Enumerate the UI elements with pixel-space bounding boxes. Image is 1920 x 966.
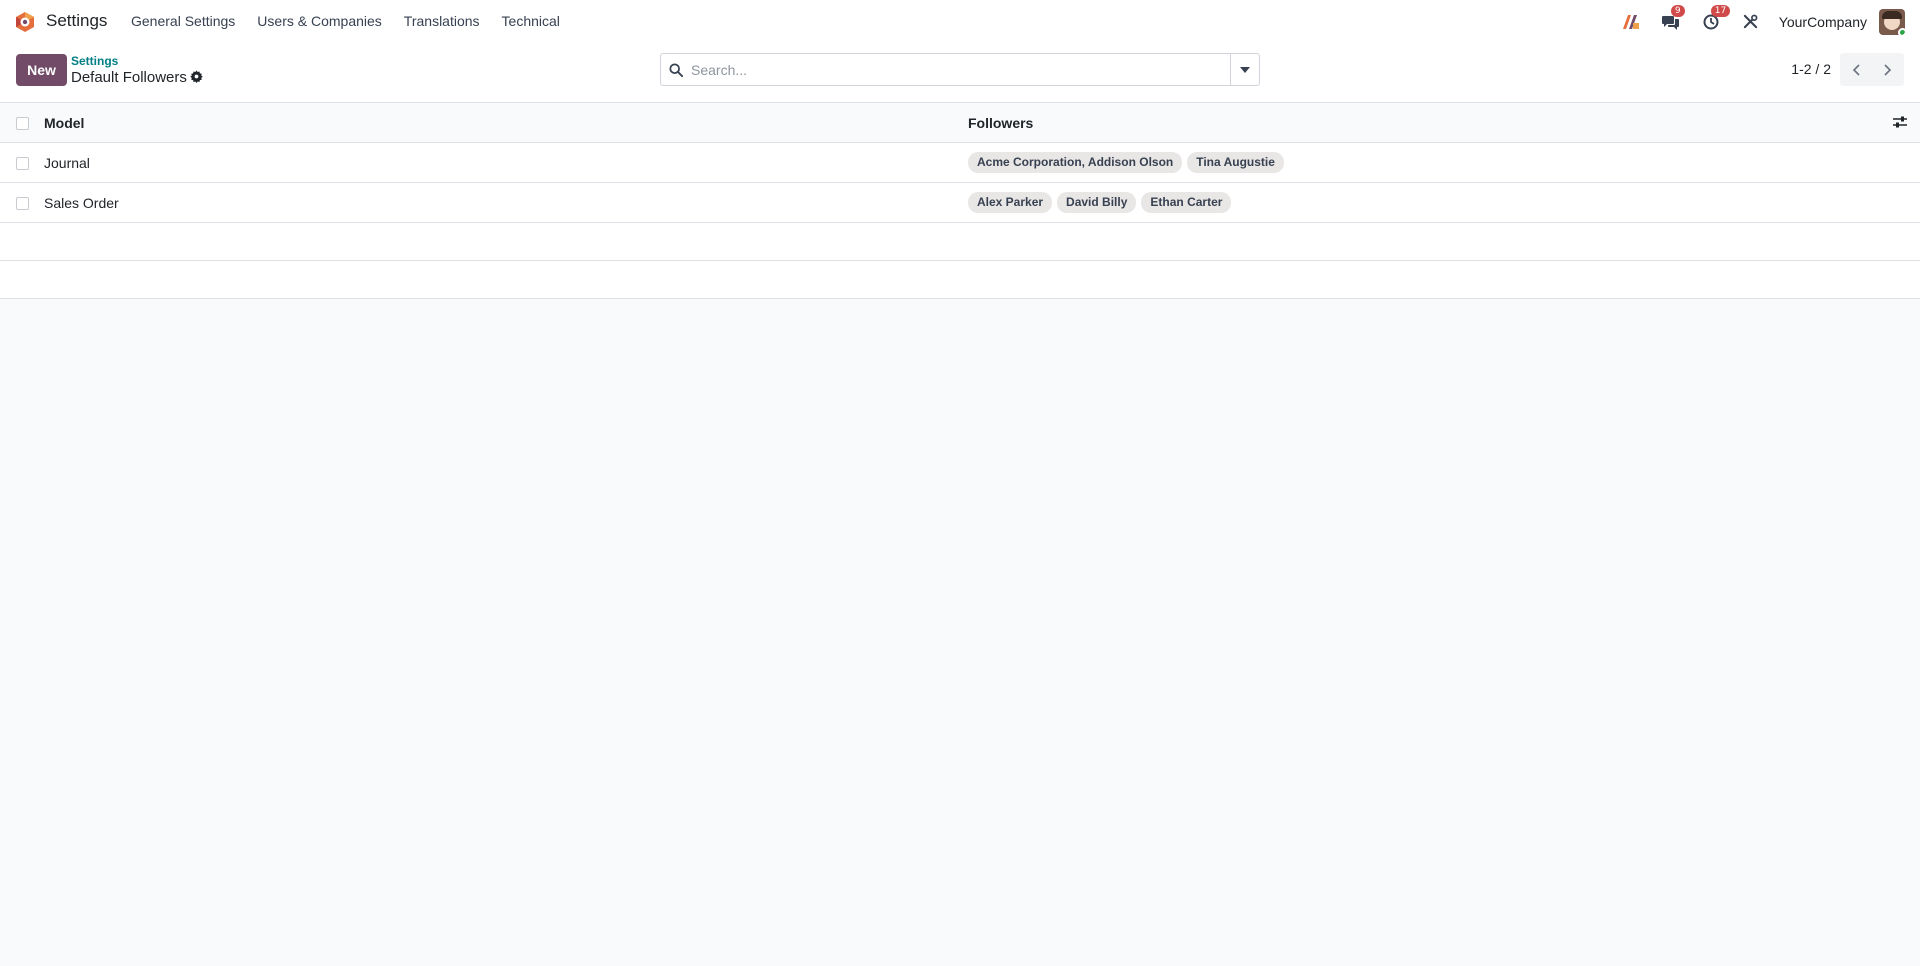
model-cell[interactable]: Journal: [44, 155, 90, 171]
row-checkbox[interactable]: [16, 157, 29, 170]
followers-cell[interactable]: Acme Corporation, Addison Olson Tina Aug…: [968, 152, 1284, 173]
followers-cell[interactable]: Alex Parker David Billy Ethan Carter: [968, 192, 1232, 213]
table-header: Model Followers: [0, 103, 1920, 143]
activities-clock-icon[interactable]: 17: [1701, 4, 1731, 32]
list-view: Model Followers Journal Acme Corporation…: [0, 103, 1920, 299]
messages-badge: 9: [1670, 4, 1685, 17]
column-header-model[interactable]: Model: [44, 115, 84, 131]
follower-tag: Tina Augustie: [1187, 152, 1284, 173]
follower-tag: David Billy: [1057, 192, 1137, 213]
follower-tag: Alex Parker: [968, 192, 1053, 213]
follower-tag: Acme Corporation, Addison Olson: [968, 152, 1183, 173]
app-name[interactable]: Settings: [46, 11, 107, 31]
pager-value[interactable]: 1-2 / 2: [1791, 61, 1831, 77]
optional-columns-icon[interactable]: [1892, 115, 1910, 131]
empty-row: [0, 223, 1920, 261]
company-switcher[interactable]: YourCompany: [1779, 14, 1867, 30]
new-button[interactable]: New: [16, 54, 67, 86]
caret-down-icon: [1240, 66, 1250, 73]
top-navbar: Settings General Settings Users & Compan…: [0, 0, 1920, 43]
menu-general-settings[interactable]: General Settings: [120, 0, 246, 43]
menu-translations[interactable]: Translations: [393, 0, 491, 43]
search-icon: [661, 54, 691, 85]
follower-tag: Ethan Carter: [1141, 192, 1232, 213]
ai-assistant-icon[interactable]: [1621, 12, 1641, 32]
user-avatar[interactable]: [1879, 8, 1905, 35]
empty-row: [0, 261, 1920, 299]
online-status-dot: [1898, 27, 1905, 35]
column-header-followers[interactable]: Followers: [968, 115, 1033, 131]
pager-previous-button[interactable]: [1840, 53, 1872, 86]
search-input[interactable]: [691, 54, 1230, 85]
table-row[interactable]: Journal Acme Corporation, Addison Olson …: [0, 143, 1920, 183]
menu-users-companies[interactable]: Users & Companies: [246, 0, 393, 43]
debug-tools-icon[interactable]: [1741, 12, 1761, 32]
table-row[interactable]: Sales Order Alex Parker David Billy Etha…: [0, 183, 1920, 223]
app-logo-icon[interactable]: [14, 11, 36, 33]
row-checkbox[interactable]: [16, 197, 29, 210]
gear-icon[interactable]: [190, 70, 206, 86]
activities-badge: 17: [1710, 4, 1731, 17]
chevron-right-icon: [1884, 63, 1892, 76]
menu-technical[interactable]: Technical: [491, 0, 571, 43]
chevron-left-icon: [1852, 63, 1860, 76]
model-cell[interactable]: Sales Order: [44, 195, 119, 211]
pager-next-button[interactable]: [1872, 53, 1904, 86]
control-panel: New Settings Default Followers 1-2 / 2: [0, 43, 1920, 103]
breadcrumb-settings-link[interactable]: Settings: [71, 54, 118, 68]
main-menu: General Settings Users & Companies Trans…: [120, 0, 571, 43]
systray: 9 17 YourCompany: [1611, 0, 1920, 43]
messages-icon[interactable]: 9: [1661, 4, 1685, 32]
select-all-checkbox[interactable]: [16, 117, 29, 130]
search-bar: [660, 53, 1260, 86]
page-title: Default Followers: [71, 69, 187, 86]
search-options-toggle[interactable]: [1230, 54, 1259, 85]
